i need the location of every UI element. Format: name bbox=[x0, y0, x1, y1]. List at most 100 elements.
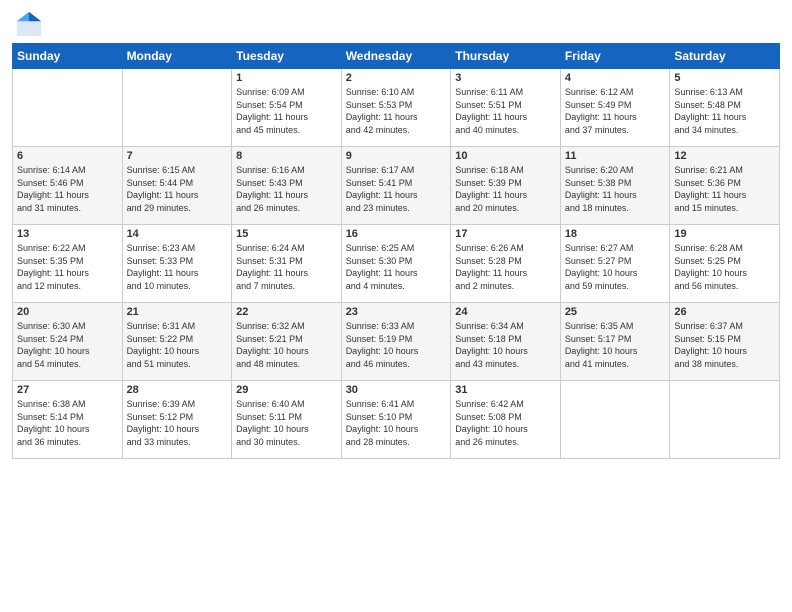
calendar-cell: 17 Sunrise: 6:26 AM Sunset: 5:28 PM Dayli… bbox=[451, 225, 561, 303]
calendar-cell: 3 Sunrise: 6:11 AM Sunset: 5:51 PM Daylig… bbox=[451, 69, 561, 147]
weekday-header: Thursday bbox=[451, 44, 561, 69]
day-number: 11 bbox=[565, 150, 666, 162]
day-number: 6 bbox=[17, 150, 118, 162]
calendar-cell bbox=[13, 69, 123, 147]
day-number: 17 bbox=[455, 228, 556, 240]
day-info: Sunrise: 6:22 AM Sunset: 5:35 PM Dayligh… bbox=[17, 242, 118, 292]
day-number: 4 bbox=[565, 72, 666, 84]
day-number: 27 bbox=[17, 384, 118, 396]
day-info: Sunrise: 6:38 AM Sunset: 5:14 PM Dayligh… bbox=[17, 398, 118, 448]
day-number: 15 bbox=[236, 228, 337, 240]
day-info: Sunrise: 6:35 AM Sunset: 5:17 PM Dayligh… bbox=[565, 320, 666, 370]
weekday-header: Tuesday bbox=[232, 44, 342, 69]
calendar-cell: 10Sunrise: 6:18 AM Sunset: 5:39 PM Dayli… bbox=[451, 147, 561, 225]
calendar-cell: 6 Sunrise: 6:14 AM Sunset: 5:46 PM Daylig… bbox=[13, 147, 123, 225]
day-info: Sunrise: 6:37 AM Sunset: 5:15 PM Dayligh… bbox=[674, 320, 775, 370]
weekday-header: Saturday bbox=[670, 44, 780, 69]
day-number: 12 bbox=[674, 150, 775, 162]
day-info: Sunrise: 6:12 AM Sunset: 5:49 PM Dayligh… bbox=[565, 86, 666, 136]
calendar-cell: 30 Sunrise: 6:41 AM Sunset: 5:10 PM Dayli… bbox=[341, 381, 451, 459]
day-number: 23 bbox=[346, 306, 447, 318]
calendar-cell: 21 Sunrise: 6:31 AM Sunset: 5:22 PM Dayli… bbox=[122, 303, 232, 381]
weekday-header: Monday bbox=[122, 44, 232, 69]
day-number: 20 bbox=[17, 306, 118, 318]
day-info: Sunrise: 6:30 AM Sunset: 5:24 PM Dayligh… bbox=[17, 320, 118, 370]
day-info: Sunrise: 6:13 AM Sunset: 5:48 PM Dayligh… bbox=[674, 86, 775, 136]
day-info: Sunrise: 6:20 AM Sunset: 5:38 PM Dayligh… bbox=[565, 164, 666, 214]
day-number: 3 bbox=[455, 72, 556, 84]
day-info: Sunrise: 6:16 AM Sunset: 5:43 PM Dayligh… bbox=[236, 164, 337, 214]
day-number: 26 bbox=[674, 306, 775, 318]
day-info: Sunrise: 6:25 AM Sunset: 5:30 PM Dayligh… bbox=[346, 242, 447, 292]
day-info: Sunrise: 6:10 AM Sunset: 5:53 PM Dayligh… bbox=[346, 86, 447, 136]
calendar-cell: 2 Sunrise: 6:10 AM Sunset: 5:53 PM Daylig… bbox=[341, 69, 451, 147]
day-number: 28 bbox=[127, 384, 228, 396]
day-number: 22 bbox=[236, 306, 337, 318]
calendar-cell: 12 Sunrise: 6:21 AM Sunset: 5:36 PM Dayli… bbox=[670, 147, 780, 225]
day-info: Sunrise: 6:34 AM Sunset: 5:18 PM Dayligh… bbox=[455, 320, 556, 370]
day-number: 18 bbox=[565, 228, 666, 240]
logo bbox=[15, 10, 47, 38]
day-info: Sunrise: 6:14 AM Sunset: 5:46 PM Dayligh… bbox=[17, 164, 118, 214]
weekday-header: Sunday bbox=[13, 44, 123, 69]
day-number: 19 bbox=[674, 228, 775, 240]
calendar-cell: 27 Sunrise: 6:38 AM Sunset: 5:14 PM Dayli… bbox=[13, 381, 123, 459]
calendar-week-row: 27 Sunrise: 6:38 AM Sunset: 5:14 PM Dayli… bbox=[13, 381, 780, 459]
calendar-cell: 20 Sunrise: 6:30 AM Sunset: 5:24 PM Dayli… bbox=[13, 303, 123, 381]
day-number: 24 bbox=[455, 306, 556, 318]
day-number: 21 bbox=[127, 306, 228, 318]
calendar-cell: 1 Sunrise: 6:09 AM Sunset: 5:54 PM Daylig… bbox=[232, 69, 342, 147]
calendar-cell bbox=[560, 381, 670, 459]
day-info: Sunrise: 6:26 AM Sunset: 5:28 PM Dayligh… bbox=[455, 242, 556, 292]
header bbox=[0, 0, 792, 43]
page: SundayMondayTuesdayWednesdayThursdayFrid… bbox=[0, 0, 792, 612]
calendar-cell: 19 Sunrise: 6:28 AM Sunset: 5:25 PM Dayli… bbox=[670, 225, 780, 303]
day-info: Sunrise: 6:21 AM Sunset: 5:36 PM Dayligh… bbox=[674, 164, 775, 214]
calendar-cell: 16 Sunrise: 6:25 AM Sunset: 5:30 PM Dayli… bbox=[341, 225, 451, 303]
calendar-week-row: 13 Sunrise: 6:22 AM Sunset: 5:35 PM Dayli… bbox=[13, 225, 780, 303]
calendar-cell: 29 Sunrise: 6:40 AM Sunset: 5:11 PM Dayli… bbox=[232, 381, 342, 459]
day-number: 16 bbox=[346, 228, 447, 240]
day-number: 31 bbox=[455, 384, 556, 396]
day-number: 25 bbox=[565, 306, 666, 318]
day-number: 13 bbox=[17, 228, 118, 240]
calendar-cell: 26 Sunrise: 6:37 AM Sunset: 5:15 PM Dayli… bbox=[670, 303, 780, 381]
calendar-cell: 9Sunrise: 6:17 AM Sunset: 5:41 PM Daylig… bbox=[341, 147, 451, 225]
day-info: Sunrise: 6:42 AM Sunset: 5:08 PM Dayligh… bbox=[455, 398, 556, 448]
calendar-cell: 18Sunrise: 6:27 AM Sunset: 5:27 PM Dayli… bbox=[560, 225, 670, 303]
calendar-cell: 7 Sunrise: 6:15 AM Sunset: 5:44 PM Daylig… bbox=[122, 147, 232, 225]
day-info: Sunrise: 6:33 AM Sunset: 5:19 PM Dayligh… bbox=[346, 320, 447, 370]
calendar-table: SundayMondayTuesdayWednesdayThursdayFrid… bbox=[12, 43, 780, 459]
day-info: Sunrise: 6:39 AM Sunset: 5:12 PM Dayligh… bbox=[127, 398, 228, 448]
day-number: 29 bbox=[236, 384, 337, 396]
day-info: Sunrise: 6:41 AM Sunset: 5:10 PM Dayligh… bbox=[346, 398, 447, 448]
day-info: Sunrise: 6:17 AM Sunset: 5:41 PM Dayligh… bbox=[346, 164, 447, 214]
weekday-header: Friday bbox=[560, 44, 670, 69]
day-number: 5 bbox=[674, 72, 775, 84]
day-info: Sunrise: 6:28 AM Sunset: 5:25 PM Dayligh… bbox=[674, 242, 775, 292]
calendar-week-row: 1 Sunrise: 6:09 AM Sunset: 5:54 PM Daylig… bbox=[13, 69, 780, 147]
logo-icon bbox=[15, 10, 43, 38]
weekday-header: Wednesday bbox=[341, 44, 451, 69]
day-number: 8 bbox=[236, 150, 337, 162]
calendar-cell: 4 Sunrise: 6:12 AM Sunset: 5:49 PM Daylig… bbox=[560, 69, 670, 147]
day-info: Sunrise: 6:40 AM Sunset: 5:11 PM Dayligh… bbox=[236, 398, 337, 448]
day-info: Sunrise: 6:15 AM Sunset: 5:44 PM Dayligh… bbox=[127, 164, 228, 214]
day-info: Sunrise: 6:11 AM Sunset: 5:51 PM Dayligh… bbox=[455, 86, 556, 136]
day-number: 14 bbox=[127, 228, 228, 240]
day-number: 1 bbox=[236, 72, 337, 84]
day-number: 7 bbox=[127, 150, 228, 162]
calendar-cell: 25 Sunrise: 6:35 AM Sunset: 5:17 PM Dayli… bbox=[560, 303, 670, 381]
day-info: Sunrise: 6:09 AM Sunset: 5:54 PM Dayligh… bbox=[236, 86, 337, 136]
calendar-cell: 11 Sunrise: 6:20 AM Sunset: 5:38 PM Dayli… bbox=[560, 147, 670, 225]
day-info: Sunrise: 6:24 AM Sunset: 5:31 PM Dayligh… bbox=[236, 242, 337, 292]
day-number: 30 bbox=[346, 384, 447, 396]
day-info: Sunrise: 6:31 AM Sunset: 5:22 PM Dayligh… bbox=[127, 320, 228, 370]
day-number: 2 bbox=[346, 72, 447, 84]
calendar-cell: 13 Sunrise: 6:22 AM Sunset: 5:35 PM Dayli… bbox=[13, 225, 123, 303]
day-info: Sunrise: 6:18 AM Sunset: 5:39 PM Dayligh… bbox=[455, 164, 556, 214]
calendar-cell: 23 Sunrise: 6:33 AM Sunset: 5:19 PM Dayli… bbox=[341, 303, 451, 381]
day-info: Sunrise: 6:23 AM Sunset: 5:33 PM Dayligh… bbox=[127, 242, 228, 292]
calendar-cell bbox=[122, 69, 232, 147]
calendar-cell: 8 Sunrise: 6:16 AM Sunset: 5:43 PM Daylig… bbox=[232, 147, 342, 225]
